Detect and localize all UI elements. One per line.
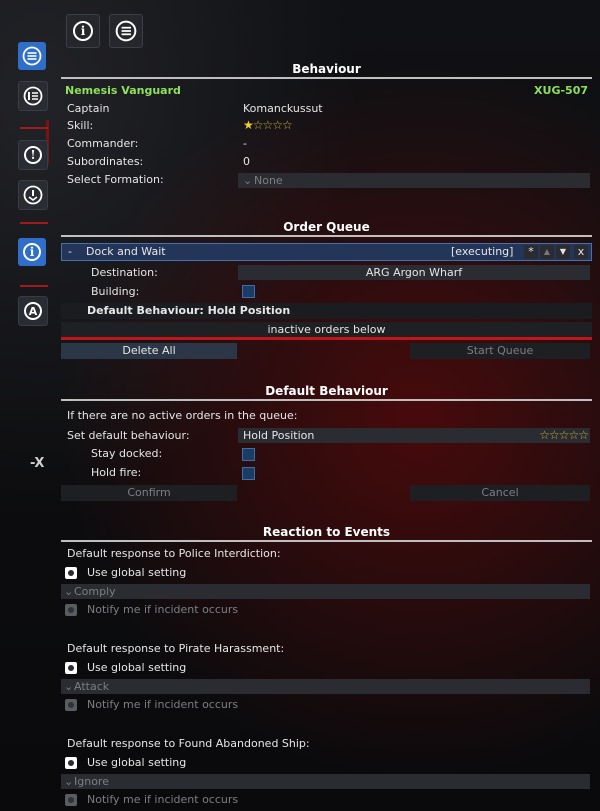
set-default-label: Set default behaviour:: [67, 429, 190, 442]
stay-docked-label: Stay docked:: [91, 447, 163, 460]
default-behaviour-order-label: Default Behaviour: Hold Position: [87, 304, 291, 317]
reaction-option: Attack: [74, 680, 110, 693]
formation-value: None: [254, 174, 283, 187]
rail-shield-alert-button[interactable]: [18, 180, 48, 210]
star-filled-icon: ★: [243, 118, 254, 132]
use-global-label: Use global setting: [87, 756, 187, 769]
list-icon: [115, 20, 137, 42]
default-behaviour-intro: If there are no active orders in the que…: [67, 409, 298, 422]
reaction-option: Comply: [74, 585, 116, 598]
info-icon: i: [73, 21, 93, 41]
rail-list-button[interactable]: [18, 42, 46, 70]
reactions-title: Reaction to Events: [61, 523, 592, 542]
skill-stars: ★☆☆☆☆: [243, 117, 293, 134]
move-down-button[interactable]: ▼: [556, 245, 570, 259]
list-icon: [22, 46, 42, 66]
hold-fire-checkbox[interactable]: [242, 467, 255, 480]
start-queue-button[interactable]: Start Queue: [410, 343, 590, 359]
destination-field[interactable]: ARG Argon Wharf: [238, 265, 590, 280]
notify-radio[interactable]: [65, 699, 77, 711]
reaction-option: Ignore: [74, 775, 109, 788]
building-label: Building:: [91, 285, 140, 298]
ship-id: XUG-507: [534, 84, 588, 97]
captain-value[interactable]: Komanckussut: [243, 100, 323, 117]
default-behaviour-title: Default Behaviour: [61, 382, 592, 401]
notify-label: Notify me if incident occurs: [87, 603, 239, 616]
rail-divider: [20, 285, 48, 287]
reaction-heading: Default response to Found Abandoned Ship…: [67, 737, 310, 750]
star-button[interactable]: *: [524, 245, 538, 259]
use-global-radio[interactable]: [65, 567, 77, 579]
side-close-button[interactable]: -X: [30, 456, 44, 471]
info-list-icon: [23, 86, 43, 106]
rail-info-list-button[interactable]: [18, 81, 48, 111]
reaction-dropdown[interactable]: ⌄ Comply: [61, 584, 590, 599]
rail-divider: [20, 222, 48, 224]
behaviour-title: Behaviour: [61, 60, 592, 79]
notify-label: Notify me if incident occurs: [87, 793, 239, 806]
rail-divider: [20, 127, 48, 129]
chevron-down-icon: ⌄: [64, 775, 74, 788]
subordinates-value: 0: [243, 155, 250, 168]
inactive-separator: [61, 337, 592, 340]
stay-docked-checkbox[interactable]: [242, 448, 255, 461]
order-queue-title: Order Queue: [61, 218, 592, 237]
logo-icon: A: [24, 302, 42, 320]
default-behaviour-order[interactable]: Default Behaviour: Hold Position: [61, 303, 592, 319]
star-empty-icon: ☆☆☆☆☆: [539, 428, 589, 442]
default-behaviour-value: Hold Position: [243, 429, 315, 442]
alert-icon: !: [24, 146, 42, 164]
chevron-down-icon: ⌄: [243, 174, 253, 187]
confirm-button[interactable]: Confirm: [61, 485, 237, 501]
move-up-button[interactable]: ▲: [540, 245, 554, 259]
use-global-radio[interactable]: [65, 662, 77, 674]
commander-value: -: [243, 137, 247, 150]
order-status: [executing]: [451, 245, 514, 258]
chevron-down-icon: ⌄: [64, 585, 74, 598]
reaction-dropdown[interactable]: ⌄ Attack: [61, 679, 590, 694]
destination-label: Destination:: [91, 266, 158, 279]
notify-label: Notify me if incident occurs: [87, 698, 239, 711]
cancel-button[interactable]: Cancel: [410, 485, 590, 501]
delete-all-button[interactable]: Delete All: [61, 343, 237, 359]
info-icon: i: [23, 243, 41, 261]
reaction-dropdown[interactable]: ⌄ Ignore: [61, 774, 590, 789]
rail-logo-button[interactable]: A: [18, 296, 48, 326]
formation-label: Select Formation:: [67, 173, 164, 186]
star-empty-icon: ☆☆☆☆: [252, 118, 293, 132]
formation-dropdown[interactable]: ⌄ None: [238, 173, 590, 188]
inactive-orders-label: inactive orders below: [61, 322, 592, 337]
use-global-label: Use global setting: [87, 661, 187, 674]
order-name: Dock and Wait: [86, 245, 166, 258]
reaction-heading: Default response to Police Interdiction:: [67, 547, 281, 560]
chevron-down-icon: ⌄: [64, 680, 74, 693]
list-tab-button[interactable]: [109, 14, 143, 48]
subordinates-label: Subordinates:: [67, 155, 144, 168]
use-global-label: Use global setting: [87, 566, 187, 579]
use-global-radio[interactable]: [65, 757, 77, 769]
notify-radio[interactable]: [65, 794, 77, 806]
hold-fire-label: Hold fire:: [91, 466, 142, 479]
captain-label: Captain: [67, 102, 110, 115]
default-behaviour-dropdown[interactable]: Hold Position ☆☆☆☆☆: [238, 428, 590, 443]
reaction-heading: Default response to Pirate Harassment:: [67, 642, 285, 655]
rail-info-button[interactable]: i: [18, 238, 46, 266]
notify-radio[interactable]: [65, 604, 77, 616]
rail-alert-button[interactable]: !: [18, 140, 48, 170]
remove-order-button[interactable]: x: [574, 245, 588, 259]
skill-label: Skill:: [67, 119, 94, 132]
collapse-toggle[interactable]: -: [68, 244, 72, 260]
commander-label: Commander:: [67, 137, 139, 150]
info-tab-button[interactable]: i: [66, 14, 100, 48]
order-row[interactable]: - Dock and Wait [executing] * ▲ ▼ x: [61, 243, 592, 261]
shield-alert-icon: [23, 185, 43, 205]
building-checkbox[interactable]: [242, 285, 255, 298]
ship-name: Nemesis Vanguard: [65, 84, 181, 97]
